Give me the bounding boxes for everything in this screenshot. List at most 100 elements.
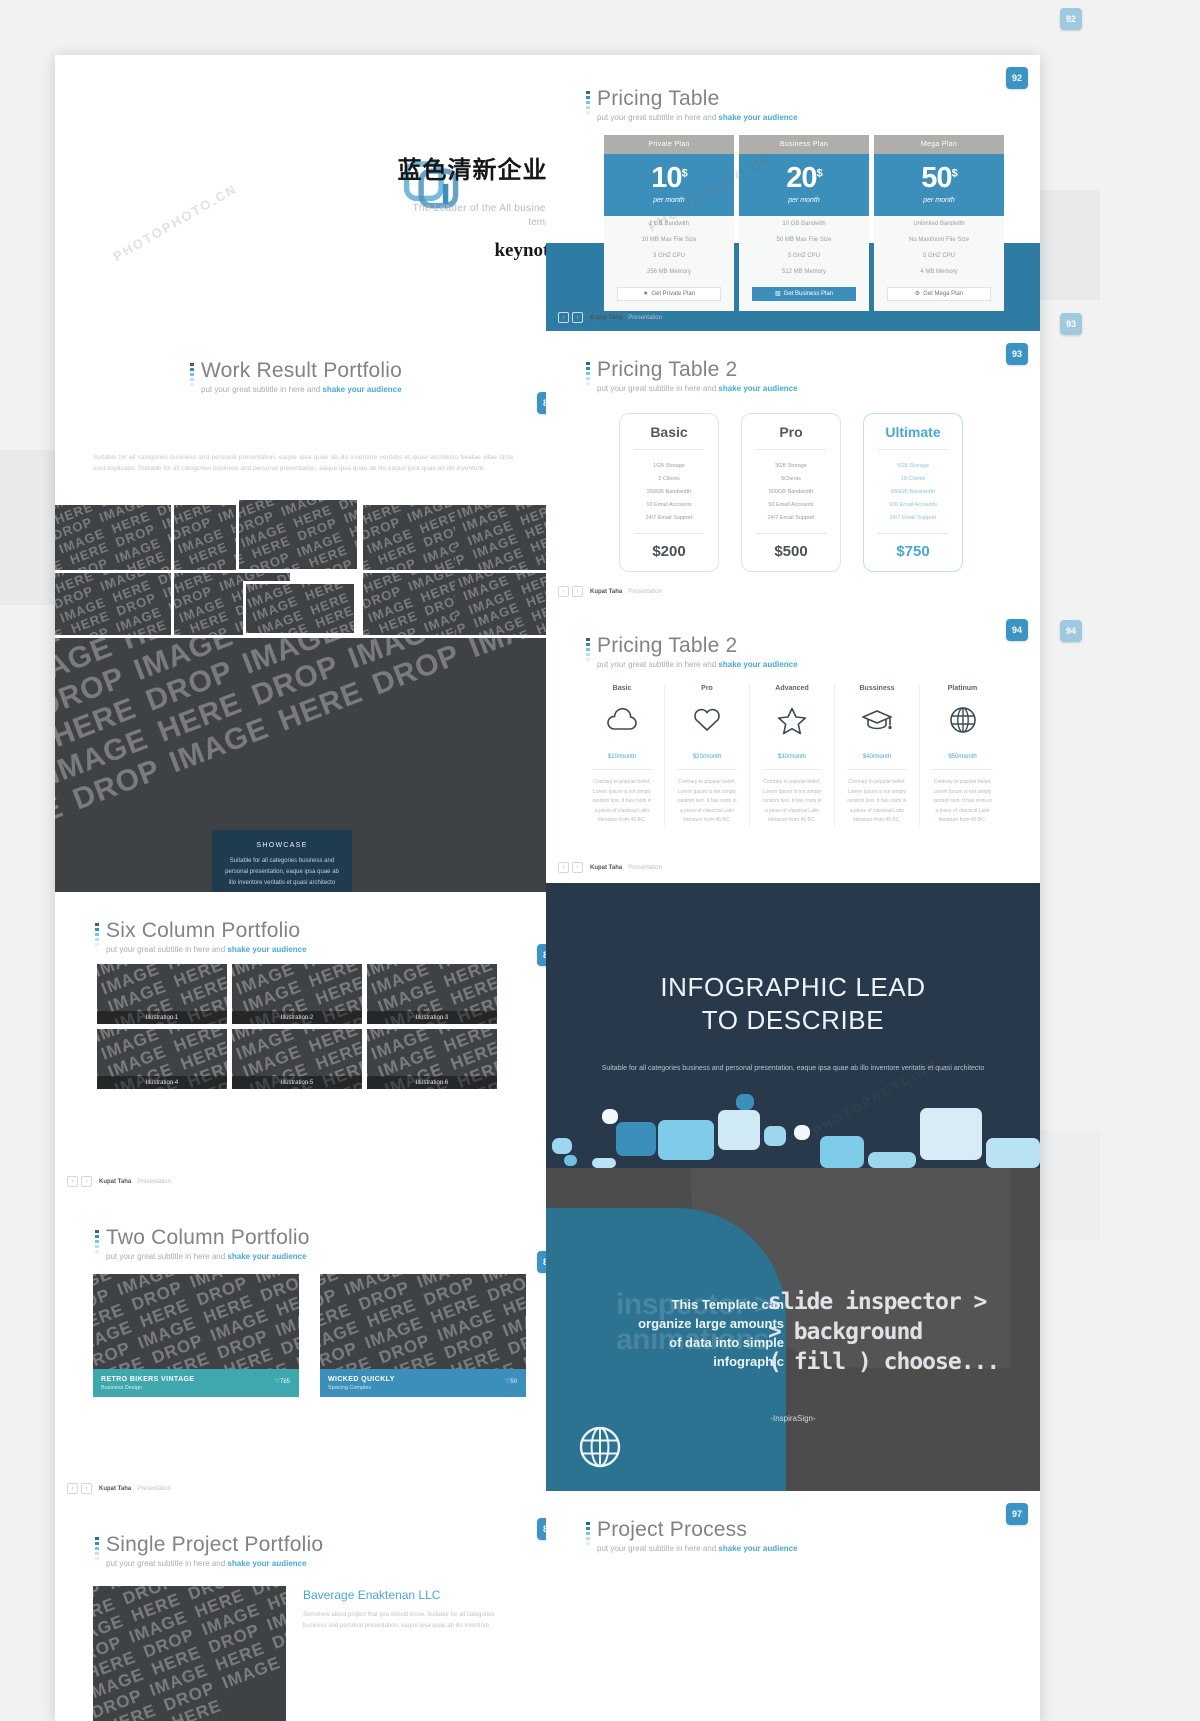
portfolio-tile[interactable]: DROP IMAGE HERE DROP IMAGE HERE DROP IMA… <box>97 1029 227 1089</box>
portfolio-image[interactable]: DROP IMAGE HERE DROP IMAGE HERE DROP IMA… <box>320 1274 526 1369</box>
portfolio-tile[interactable]: DROP IMAGE HERE DROP IMAGE HERE DROP IMA… <box>232 964 362 1024</box>
pricing-plan-private[interactable]: Private Plan 10$ per month 1 GB Bandwith… <box>604 135 734 311</box>
mosaic-tile[interactable]: DROP IMAGE HERE DROP IMAGE HERE DROP IMA… <box>455 505 546 570</box>
deco-block <box>794 1125 810 1140</box>
mosaic-tile-featured[interactable]: DROP IMAGE HERE DROP IMAGE HERE DROP IMA… <box>236 497 360 572</box>
price-number: 20 <box>786 162 817 194</box>
plan-feature: No Maximum File Size <box>908 236 969 243</box>
next-button[interactable]: › <box>572 586 583 597</box>
showcase-card[interactable]: SHOWCASE Suitable for all categories bus… <box>212 830 352 892</box>
slide-inspector[interactable]: inspector > animations This Template can… <box>546 1168 1040 1491</box>
card-feature-list: 3GB Storage 5Clients 500GB Bandwidth 50 … <box>742 450 840 533</box>
prev-button[interactable]: ‹ <box>558 312 569 323</box>
prev-button[interactable]: ‹ <box>558 586 569 597</box>
card-feature: 24/7 Email Support <box>767 514 815 521</box>
mosaic-tile[interactable]: DROP IMAGE HERE DROP IMAGE HERE DROP IMA… <box>55 573 171 635</box>
card-feature: 10 Clients <box>900 475 926 482</box>
pricing-plan-business[interactable]: Business Plan 20$ per month 10 GB Bandwi… <box>739 135 869 311</box>
portfolio-card[interactable]: DROP IMAGE HERE DROP IMAGE HERE DROP IMA… <box>320 1274 526 1397</box>
footer-sub: Presentation <box>628 864 662 871</box>
slide-infographic-lead[interactable]: INFOGRAPHIC LEAD TO DESCRIBE Suitable fo… <box>546 883 1040 1168</box>
card-subtitle: Spacing Complex <box>328 1384 372 1391</box>
card-title: RETRO BIKERS VINTAGE <box>101 1375 195 1383</box>
pricing-column-basic[interactable]: Basic $10/month Contrary to popular beli… <box>580 685 665 826</box>
slide-single-project-portfolio[interactable]: Single Project Portfolio put your great … <box>55 1506 546 1721</box>
pricing-card-pro[interactable]: Pro 3GB Storage 5Clients 500GB Bandwidth… <box>741 413 841 572</box>
infographic-body: Suitable for all categories business and… <box>601 1065 985 1072</box>
portfolio-caption: RETRO BIKERS VINTAGE Business Design ♡78… <box>93 1369 299 1397</box>
prev-button[interactable]: ‹ <box>67 1483 78 1494</box>
slide-two-column-portfolio[interactable]: Two Column Portfolio put your great subt… <box>55 1199 546 1506</box>
page-title: Project Process <box>597 1518 748 1541</box>
card-feature: 5Clients <box>781 475 801 482</box>
footer-sub: Presentation <box>628 314 662 321</box>
inspector-right-text: slide inspector > > background ( fill ) … <box>768 1288 1038 1378</box>
card-feature: 850GB Bandwidth <box>890 488 936 495</box>
inspector-signature: -InspiraSign- <box>770 1414 816 1423</box>
pricing-table-title-block: Pricing Table put your great subtitle in… <box>586 87 798 122</box>
card-feature: 2 Clients <box>658 475 680 482</box>
next-button[interactable]: › <box>81 1176 92 1187</box>
plan-price: 50$ <box>874 164 1004 193</box>
slide-number-93: 93 <box>1006 343 1028 365</box>
slide-project-process[interactable]: Project Process put your great subtitle … <box>546 1491 1040 1721</box>
next-button[interactable]: › <box>81 1483 92 1494</box>
pricing-column-platinum[interactable]: Platinum $50/month Contrary to popular b… <box>920 685 1005 826</box>
card-name: Basic <box>650 424 688 440</box>
deco-block <box>820 1136 864 1168</box>
placeholder-text: DROP IMAGE HERE DROP IMAGE HERE DROP IMA… <box>243 581 357 636</box>
project-image[interactable]: DROP IMAGE HERE DROP IMAGE HERE DROP IMA… <box>93 1586 286 1721</box>
placeholder-text: DROP IMAGE HERE DROP IMAGE HERE DROP IMA… <box>320 1274 526 1369</box>
pricing-column-advanced[interactable]: Advanced $30/month Contrary to popular b… <box>750 685 835 826</box>
card-feature-list: 5GB Storage 10 Clients 850GB Bandwidth 1… <box>864 450 962 533</box>
slide-six-column-portfolio[interactable]: Six Column Portfolio put your great subt… <box>55 892 546 1199</box>
deco-block <box>986 1138 1040 1168</box>
page-title: Pricing Table 2 <box>597 634 738 657</box>
heading-line-2: TO DESCRIBE <box>701 1005 885 1036</box>
deco-block <box>920 1108 982 1160</box>
pricing-card-basic[interactable]: Basic 1GB Storage 2 Clients 250GB Bandwi… <box>619 413 719 572</box>
slide-pricing-table-2[interactable]: Pricing Table 2 put your great subtitle … <box>546 331 1040 607</box>
card-subtitle: Business Design <box>101 1384 142 1391</box>
work-result-lead: Suitable for all categories business and… <box>93 454 513 473</box>
column-description: Contrary to popular belief, Lorem Ipsum … <box>932 779 993 823</box>
mosaic-tile[interactable]: DROP IMAGE HERE DROP IMAGE HERE DROP IMA… <box>455 573 546 635</box>
prev-button[interactable]: ‹ <box>67 1176 78 1187</box>
footer-name: Kupat Taha <box>99 1485 132 1492</box>
pricing-column-pro[interactable]: Pro $20/month Contrary to popular belief… <box>665 685 750 826</box>
portfolio-tile[interactable]: DROP IMAGE HERE DROP IMAGE HERE DROP IMA… <box>367 964 497 1024</box>
plan-name: Mega Plan <box>874 135 1004 154</box>
slide-pricing-table-2-icons[interactable]: Pricing Table 2 put your great subtitle … <box>546 607 1040 883</box>
title-accent-bars <box>586 91 591 116</box>
placeholder-text: DROP IMAGE HERE DROP IMAGE HERE DROP IMA… <box>455 573 546 635</box>
portfolio-tile[interactable]: DROP IMAGE HERE DROP IMAGE HERE DROP IMA… <box>232 1029 362 1089</box>
price-currency: $ <box>681 167 688 180</box>
left-line-4: infographic <box>713 1353 784 1369</box>
pricing-table-2-icons-title-block: Pricing Table 2 put your great subtitle … <box>586 634 798 669</box>
plan-cta-button-highlighted[interactable]: ▧ Get Business Plan <box>752 286 856 301</box>
portfolio-tile[interactable]: DROP IMAGE HERE DROP IMAGE HERE DROP IMA… <box>367 1029 497 1089</box>
portfolio-card[interactable]: DROP IMAGE HERE DROP IMAGE HERE DROP IMA… <box>93 1274 299 1397</box>
next-button[interactable]: › <box>572 312 583 323</box>
slide-work-result-portfolio[interactable]: Work Result Portfolio put your great sub… <box>55 340 546 892</box>
pricing-card-ultimate[interactable]: Ultimate 5GB Storage 10 Clients 850GB Ba… <box>863 413 963 572</box>
pricing-plan-mega[interactable]: Mega Plan 50$ per month Unlimited Bandwi… <box>874 135 1004 311</box>
price-period: /month <box>872 754 892 760</box>
portfolio-image[interactable]: DROP IMAGE HERE DROP IMAGE HERE DROP IMA… <box>93 1274 299 1369</box>
portfolio-tile[interactable]: DROP IMAGE HERE DROP IMAGE HERE DROP IMA… <box>97 964 227 1024</box>
next-button[interactable]: › <box>572 862 583 873</box>
prev-button[interactable]: ‹ <box>558 862 569 873</box>
divider <box>762 769 822 770</box>
mosaic-tile[interactable]: DROP IMAGE HERE DROP IMAGE HERE DROP IMA… <box>55 505 171 570</box>
pricing-column-bussiness[interactable]: Bussiness $40/month Contrary to popular … <box>835 685 920 826</box>
plan-feature: 5 GHZ CPU <box>787 252 820 259</box>
heading-line-1: INFOGRAPHIC LEAD <box>660 972 926 1002</box>
card-feature: 50 Email Accounts <box>768 501 814 508</box>
work-result-title-block: Work Result Portfolio put your great sub… <box>190 359 402 394</box>
left-line-1: This Template can <box>671 1297 784 1312</box>
plan-cta-button[interactable]: ⚙ Get Mega Plan <box>887 286 991 301</box>
plan-cta-button[interactable]: ★ Get Private Plan <box>617 286 721 301</box>
mosaic-tile-featured[interactable]: DROP IMAGE HERE DROP IMAGE HERE DROP IMA… <box>243 581 357 636</box>
cta-label: Get Business Plan <box>783 290 834 297</box>
slide-pricing-table[interactable]: Pricing Table put your great subtitle in… <box>546 55 1040 331</box>
